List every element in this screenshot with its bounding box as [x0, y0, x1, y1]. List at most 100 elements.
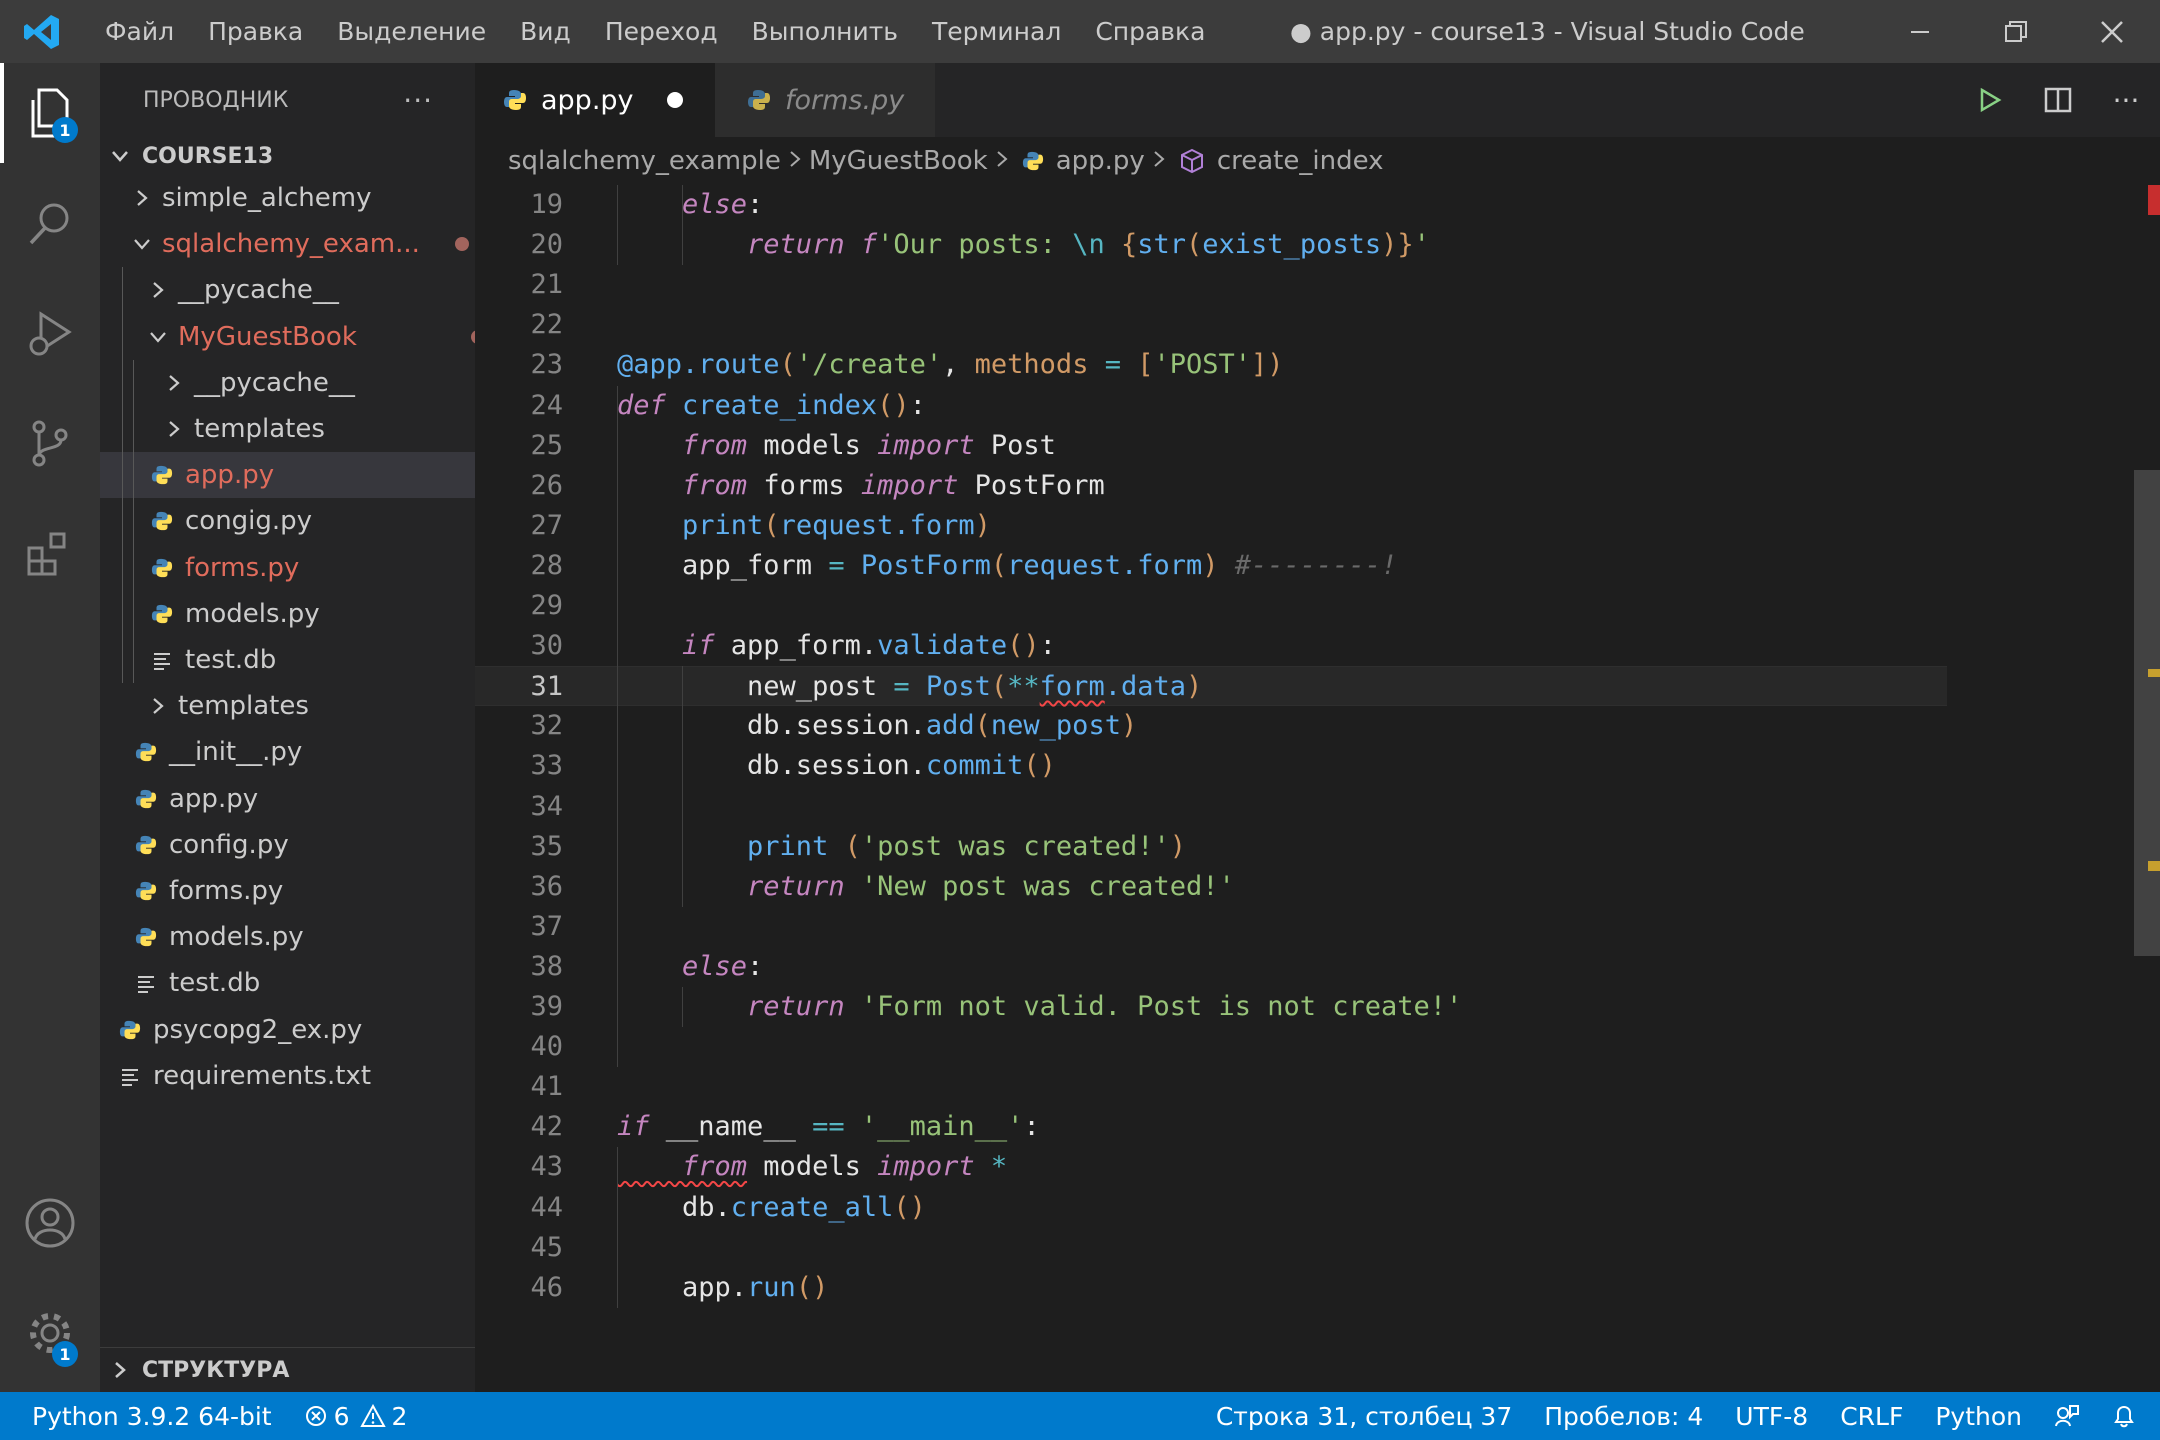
- warning-icon: [359, 1404, 386, 1428]
- code-line[interactable]: 33 db.session.commit(): [475, 746, 2125, 786]
- tree-file[interactable]: psycopg2_ex.py: [100, 1007, 493, 1053]
- code-line[interactable]: 40: [475, 1027, 2125, 1067]
- code-line[interactable]: 22: [475, 305, 2125, 345]
- tab-label: app.py: [541, 84, 634, 116]
- search-icon[interactable]: [0, 173, 100, 273]
- tree-file[interactable]: config.py: [100, 822, 509, 868]
- tree-file[interactable]: app.py: [100, 776, 509, 822]
- tree-folder[interactable]: simple_alchemy: [100, 175, 505, 221]
- tree-folder[interactable]: __pycache__: [100, 360, 537, 406]
- code-token: run: [747, 1271, 796, 1303]
- tree-file[interactable]: models.py: [100, 591, 525, 637]
- accounts-icon[interactable]: [0, 1173, 100, 1273]
- menu-item[interactable]: Справка: [1078, 17, 1222, 46]
- code-line[interactable]: 30 if app_form.validate():: [475, 626, 2125, 666]
- code-line[interactable]: 27 print(request.form): [475, 506, 2125, 546]
- line-number: 27: [530, 509, 563, 541]
- code-text: else:: [617, 947, 763, 987]
- code-editor[interactable]: 19 else: 20 return f'Our posts: \n {str(e…: [475, 185, 2160, 1392]
- code-token: :: [1023, 1111, 1040, 1143]
- code-line[interactable]: 38 else:: [475, 947, 2125, 987]
- code-line[interactable]: 37: [475, 907, 2125, 947]
- code-line[interactable]: 46 app.run(): [475, 1268, 2125, 1308]
- problems-indicator[interactable]: 6 2: [288, 1402, 424, 1431]
- code-line[interactable]: 35 print ('post was created!'): [475, 827, 2125, 867]
- code-line[interactable]: 31 new_post = Post(**form.data): [475, 666, 1947, 707]
- close-button[interactable]: [2064, 0, 2160, 63]
- menu-item[interactable]: Вид: [503, 17, 588, 46]
- source-control-icon[interactable]: [0, 393, 100, 493]
- code-line[interactable]: 25 from models import Post: [475, 426, 2125, 466]
- tab-forms-py[interactable]: forms.py: [715, 63, 935, 137]
- editor-scrollbar[interactable]: [2134, 470, 2160, 956]
- tree-file[interactable]: test.db: [100, 637, 525, 683]
- code-line[interactable]: 43 from models import *: [475, 1147, 2125, 1187]
- tree-file[interactable]: forms.py: [100, 868, 509, 914]
- menu-item[interactable]: Выделение: [320, 17, 503, 46]
- code-line[interactable]: 45: [475, 1228, 2125, 1268]
- menu-item[interactable]: Терминал: [915, 17, 1078, 46]
- cursor-position[interactable]: Строка 31, столбец 37: [1200, 1402, 1528, 1431]
- code-line[interactable]: 19 else:: [475, 185, 2125, 225]
- code-line[interactable]: 34: [475, 787, 2125, 827]
- tree-file[interactable]: forms.py3: [100, 545, 525, 591]
- outline-section[interactable]: СТРУКТУРА: [100, 1347, 475, 1392]
- tree-file[interactable]: app.py5: [100, 452, 525, 499]
- code-line[interactable]: 23 @app.route('/create', methods = ['POST…: [475, 345, 2125, 385]
- breadcrumb-item[interactable]: app.py: [1056, 146, 1145, 176]
- run-icon[interactable]: [1956, 87, 2024, 113]
- code-line[interactable]: 32 db.session.add(new_post): [475, 706, 2125, 746]
- tree-file[interactable]: models.py: [100, 914, 509, 960]
- split-editor-icon[interactable]: [2024, 86, 2092, 114]
- breadcrumb-item[interactable]: sqlalchemy_example: [508, 146, 781, 176]
- line-endings[interactable]: CRLF: [1824, 1402, 1919, 1431]
- code-line[interactable]: 39 return 'Form not valid. Post is not c…: [475, 987, 2125, 1027]
- code-line[interactable]: 20 return f'Our posts: \n {str(exist_pos…: [475, 225, 2125, 265]
- tree-folder[interactable]: __pycache__: [100, 267, 521, 313]
- code-line[interactable]: 36 return 'New post was created!': [475, 867, 2125, 907]
- code-line[interactable]: 29: [475, 586, 2125, 626]
- minimize-button[interactable]: [1872, 0, 1968, 63]
- unsaved-dot-icon[interactable]: [667, 92, 683, 108]
- encoding[interactable]: UTF-8: [1719, 1402, 1824, 1431]
- explorer-icon[interactable]: 1: [0, 63, 100, 163]
- tree-file[interactable]: __init__.py: [100, 729, 509, 775]
- menu-item[interactable]: Файл: [88, 17, 191, 46]
- tree-folder[interactable]: templates: [100, 406, 537, 452]
- indent-guide: [617, 1147, 618, 1308]
- feedback-icon[interactable]: [2038, 1403, 2096, 1429]
- menu-item[interactable]: Переход: [588, 17, 735, 46]
- tab-app-py[interactable]: app.py: [475, 63, 715, 137]
- code-line[interactable]: 42 if __name__ == '__main__':: [475, 1107, 2125, 1147]
- code-line[interactable]: 41: [475, 1067, 2125, 1107]
- menu-item[interactable]: Правка: [191, 17, 320, 46]
- tree-folder[interactable]: sqlalchemy_exam...: [100, 221, 505, 267]
- tree-indent-guide: [122, 267, 123, 684]
- more-actions-icon[interactable]: ···: [2092, 84, 2160, 117]
- code-line[interactable]: 21: [475, 265, 2125, 305]
- extensions-icon[interactable]: [0, 503, 100, 603]
- breadcrumb-item[interactable]: create_index: [1217, 146, 1384, 176]
- explorer-more-button[interactable]: ···: [403, 84, 433, 117]
- code-line[interactable]: 24 def create_index():: [475, 386, 2125, 426]
- tree-folder[interactable]: templates: [100, 683, 521, 729]
- code-token: add: [925, 710, 975, 742]
- gear-icon[interactable]: 1: [0, 1283, 100, 1383]
- code-token: =: [1088, 349, 1138, 381]
- tree-file[interactable]: test.db: [100, 960, 509, 1006]
- code-line[interactable]: 28 app_form = PostForm(request.form) #--…: [475, 546, 2125, 586]
- menu-item[interactable]: Выполнить: [735, 17, 915, 46]
- workspace-root[interactable]: COURSE13: [100, 137, 475, 175]
- tree-file[interactable]: requirements.txt: [100, 1053, 493, 1099]
- run-debug-icon[interactable]: [0, 283, 100, 383]
- tree-folder[interactable]: MyGuestBook: [100, 314, 521, 360]
- python-interpreter[interactable]: Python 3.9.2 64-bit: [0, 1402, 288, 1431]
- indentation[interactable]: Пробелов: 4: [1528, 1402, 1719, 1431]
- breadcrumb-item[interactable]: MyGuestBook: [809, 146, 988, 176]
- code-line[interactable]: 44 db.create_all(): [475, 1188, 2125, 1228]
- notifications-bell-icon[interactable]: [2096, 1403, 2160, 1429]
- restore-button[interactable]: [1968, 0, 2064, 63]
- tree-file[interactable]: congig.py: [100, 498, 525, 544]
- code-line[interactable]: 26 from forms import PostForm: [475, 466, 2125, 506]
- language-mode[interactable]: Python: [1919, 1402, 2038, 1431]
